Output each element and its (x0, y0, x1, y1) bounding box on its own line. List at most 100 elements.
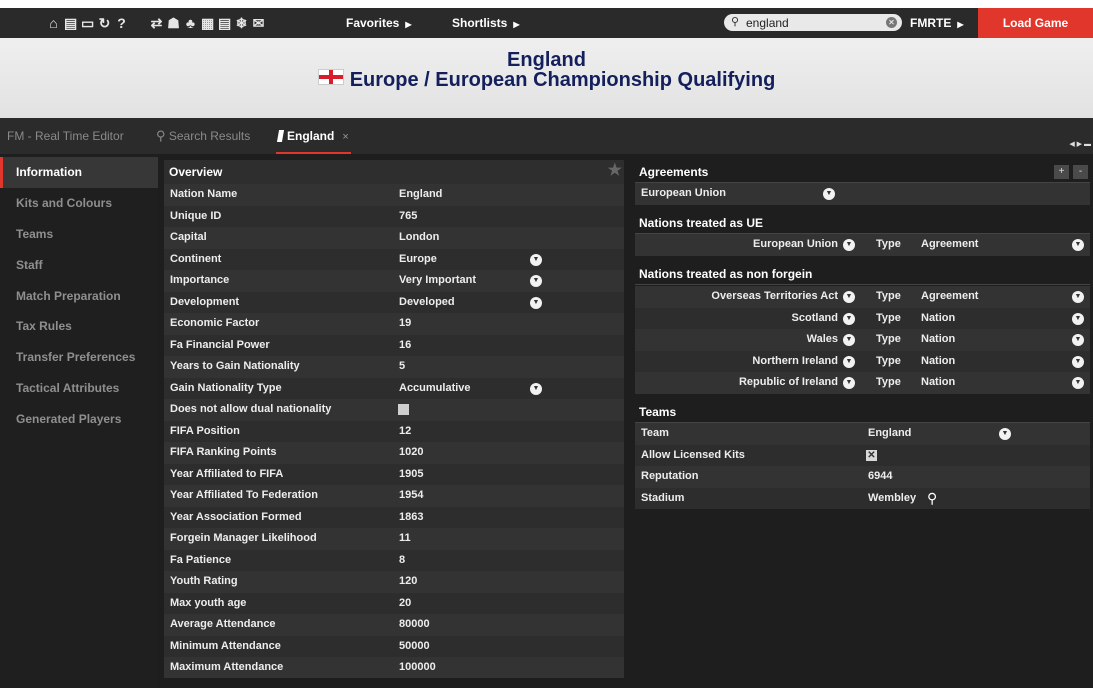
nonforeign-row[interactable]: Republic of Ireland ▼ Type Nation ▼ (635, 372, 1090, 394)
field-value[interactable]: 1954 (399, 485, 423, 507)
sidebar-item-information[interactable]: Information (0, 157, 158, 188)
fmrte-menu[interactable]: FMRTE ▶ (910, 8, 963, 38)
field-value[interactable]: 1905 (399, 464, 423, 486)
dual-nationality-checkbox[interactable] (398, 404, 409, 415)
dropdown-icon[interactable]: ▼ (530, 382, 542, 395)
tab-england[interactable]: England × (276, 118, 351, 154)
dropdown-icon[interactable]: ▼ (1072, 377, 1084, 389)
sidebar-item-kits[interactable]: Kits and Colours (0, 188, 158, 219)
dropdown-icon[interactable]: ▼ (843, 239, 855, 251)
dropdown-icon[interactable]: ▼ (843, 312, 855, 325)
shortlists-menu[interactable]: Shortlists ▶ (452, 8, 520, 38)
field-continent[interactable]: Continent Europe ▼ (164, 248, 624, 271)
licensed-kits-checkbox[interactable]: ✕ (866, 449, 877, 461)
field-minimum-attendance[interactable]: Minimum Attendance 50000 (164, 635, 624, 658)
monitor-icon[interactable]: ▭ (81, 15, 94, 32)
field-value[interactable]: 8 (399, 550, 405, 572)
field-development[interactable]: Development Developed ▼ (164, 291, 624, 314)
dropdown-icon[interactable]: ▼ (843, 291, 855, 303)
agreement-row[interactable]: European Union ▼ (635, 183, 1090, 205)
ue-row[interactable]: European Union ▼ Type Agreement ▼ (635, 234, 1090, 256)
field-fa-patience[interactable]: Fa Patience 8 (164, 549, 624, 572)
sidebar-item-teams[interactable]: Teams (0, 219, 158, 250)
remove-button[interactable]: - (1073, 165, 1088, 179)
star-icon[interactable]: ★ (608, 159, 622, 183)
field-unique-id[interactable]: Unique ID 765 (164, 205, 624, 228)
field-value[interactable]: 1863 (399, 507, 423, 529)
calendar-icon[interactable]: ▦ (201, 15, 214, 32)
dropdown-icon[interactable]: ▼ (530, 253, 542, 266)
field-value[interactable]: 6944 (868, 466, 892, 488)
field-maximum-attendance[interactable]: Maximum Attendance 100000 (164, 657, 624, 679)
field-value[interactable]: 1020 (399, 442, 423, 464)
add-button[interactable]: + (1054, 165, 1069, 179)
tab-scroll-controls[interactable]: ◀ ▶ ▬ (1069, 140, 1091, 148)
field-value[interactable]: 19 (399, 313, 411, 335)
dropdown-icon[interactable]: ▼ (823, 188, 835, 200)
reputation-row[interactable]: Reputation 6944 (635, 466, 1090, 488)
hierarchy-icon[interactable]: ♣ (184, 15, 197, 31)
field-value[interactable]: 16 (399, 335, 411, 357)
tab-search-results[interactable]: ⚲ Search Results (156, 118, 250, 154)
field-value[interactable]: Developed (399, 292, 455, 314)
field-fifa-position[interactable]: FIFA Position 12 (164, 420, 624, 443)
load-game-button[interactable]: Load Game (978, 8, 1093, 38)
favorites-menu[interactable]: Favorites ▶ (346, 8, 412, 38)
field-value[interactable]: 12 (399, 421, 411, 443)
mail-icon[interactable]: ✉ (252, 15, 265, 32)
sidebar-item-tax-rules[interactable]: Tax Rules (0, 311, 158, 342)
search-box[interactable]: ⚲ ✕ (724, 14, 902, 31)
field-foreign-manager-likelihood[interactable]: Forgein Manager Likelihood 11 (164, 528, 624, 550)
nonforeign-row[interactable]: Wales ▼ Type Nation ▼ (635, 329, 1090, 351)
dropdown-icon[interactable]: ▼ (1072, 334, 1084, 346)
field-value[interactable]: 765 (399, 206, 417, 228)
stadium-row[interactable]: Stadium Wembley ⚲ (635, 487, 1090, 509)
dropdown-icon[interactable]: ▼ (1072, 239, 1084, 251)
field-average-attendance[interactable]: Average Attendance 80000 (164, 614, 624, 636)
field-year-affiliated-fifa[interactable]: Year Affiliated to FIFA 1905 (164, 463, 624, 486)
nonforeign-row[interactable]: Scotland ▼ Type Nation ▼ (635, 307, 1090, 329)
field-value[interactable]: 120 (399, 571, 417, 593)
field-gain-nationality-type[interactable]: Gain Nationality Type Accumulative ▼ (164, 377, 624, 400)
dropdown-icon[interactable]: ▼ (1072, 312, 1084, 325)
field-value[interactable]: 100000 (399, 657, 436, 679)
close-tab-icon[interactable]: × (342, 131, 348, 143)
field-year-association-formed[interactable]: Year Association Formed 1863 (164, 506, 624, 529)
search-input[interactable] (746, 14, 876, 31)
home-icon[interactable]: ⌂ (47, 15, 60, 31)
help-icon[interactable]: ? (115, 15, 128, 31)
dropdown-icon[interactable]: ▼ (1072, 355, 1084, 368)
people-icon[interactable]: ☗ (167, 15, 180, 32)
field-importance[interactable]: Importance Very Important ▼ (164, 270, 624, 292)
field-dual-nationality[interactable]: Does not allow dual nationality (164, 399, 624, 421)
field-value[interactable]: Europe (399, 249, 437, 271)
sidebar-item-transfer-preferences[interactable]: Transfer Preferences (0, 342, 158, 373)
field-youth-rating[interactable]: Youth Rating 120 (164, 571, 624, 593)
field-value[interactable]: England (399, 184, 442, 206)
field-value[interactable]: 20 (399, 593, 411, 615)
licensed-kits-row[interactable]: Allow Licensed Kits ✕ (635, 444, 1090, 466)
snowflake-icon[interactable]: ❄ (235, 15, 248, 32)
tab-real-time-editor[interactable]: FM - Real Time Editor (7, 118, 124, 154)
field-max-youth-age[interactable]: Max youth age 20 (164, 592, 624, 615)
field-value[interactable]: 11 (399, 528, 411, 550)
clear-search-icon[interactable]: ✕ (886, 17, 897, 28)
field-nation-name[interactable]: Nation Name England (164, 184, 624, 206)
field-fa-financial-power[interactable]: Fa Financial Power 16 (164, 334, 624, 357)
team-row[interactable]: Team England ▼ (635, 423, 1090, 445)
dropdown-icon[interactable]: ▼ (843, 334, 855, 346)
field-value[interactable]: 50000 (399, 636, 430, 658)
field-capital[interactable]: Capital London (164, 227, 624, 249)
transfer-icon[interactable]: ⇄ (150, 15, 163, 32)
dropdown-icon[interactable]: ▼ (1072, 291, 1084, 303)
nonforeign-row[interactable]: Overseas Territories Act ▼ Type Agreemen… (635, 286, 1090, 308)
stadium-icon[interactable]: ▤ (64, 15, 77, 32)
field-value[interactable]: Very Important (399, 270, 476, 292)
sidebar-item-tactical-attributes[interactable]: Tactical Attributes (0, 373, 158, 404)
field-fifa-ranking-points[interactable]: FIFA Ranking Points 1020 (164, 442, 624, 464)
field-value[interactable]: Accumulative (399, 378, 471, 400)
nonforeign-row[interactable]: Northern Ireland ▼ Type Nation ▼ (635, 350, 1090, 372)
document-icon[interactable]: ▤ (218, 15, 231, 32)
field-value[interactable]: London (399, 227, 439, 249)
dropdown-icon[interactable]: ▼ (843, 355, 855, 368)
